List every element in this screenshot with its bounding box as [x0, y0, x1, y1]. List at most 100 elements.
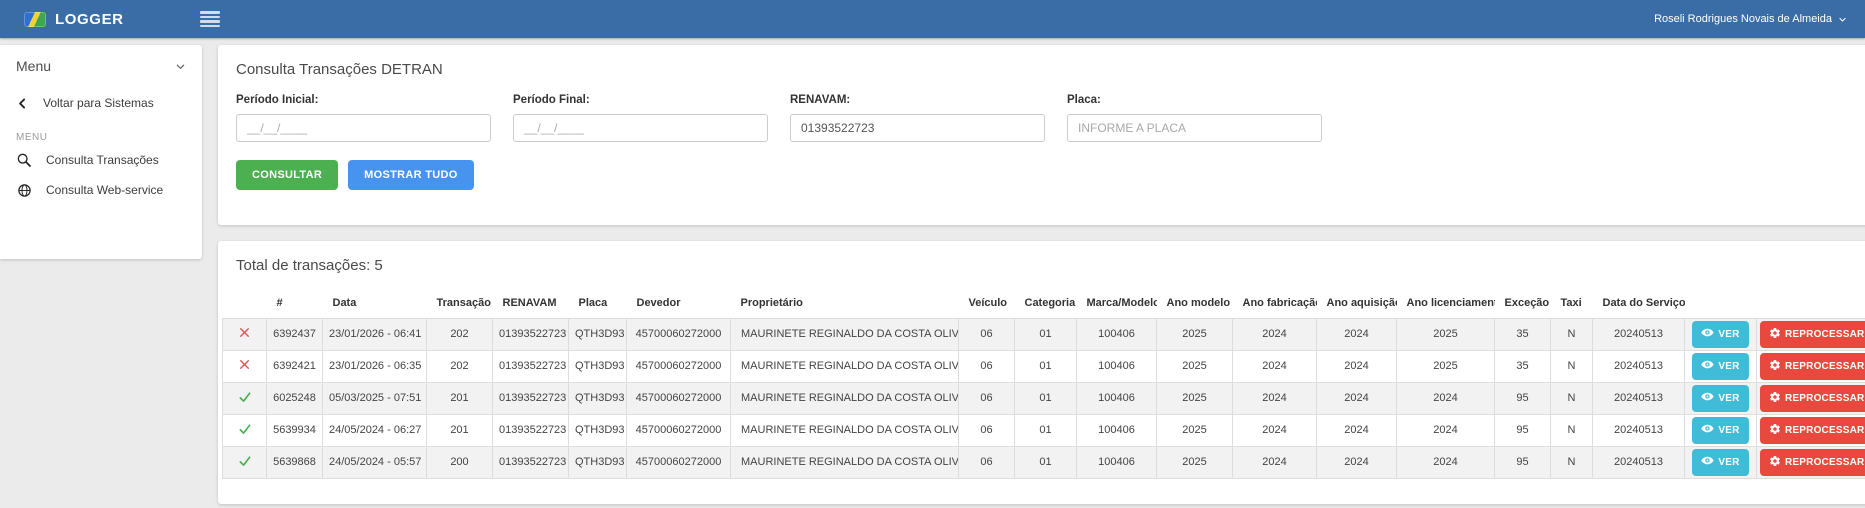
cell-placa: QTH3D93 — [569, 318, 627, 350]
table-row: 563986824/05/2024 - 05:5720001393522723Q… — [223, 446, 1865, 478]
cell-renavam: 01393522723 — [493, 350, 569, 382]
cell-ano-fabricacao: 2024 — [1233, 446, 1317, 478]
ver-button[interactable]: VER — [1692, 385, 1748, 412]
cell-categoria: 01 — [1015, 414, 1077, 446]
reprocessar-cell: REPROCESSAR — [1757, 350, 1865, 382]
sidebar: Menu Voltar para Sistemas MENU Consulta … — [0, 45, 202, 259]
column-header: Ano licenciamento — [1397, 288, 1495, 318]
ver-button[interactable]: VER — [1692, 449, 1748, 476]
ver-button[interactable]: VER — [1692, 321, 1748, 348]
search-icon — [16, 152, 32, 168]
cell-devedor: 45700060272000 — [627, 318, 731, 350]
renavam-field: RENAVAM: — [790, 94, 1045, 142]
cell-categoria: 01 — [1015, 382, 1077, 414]
eye-icon — [1701, 454, 1714, 470]
status-cell — [223, 318, 267, 350]
cell-transacao: 202 — [427, 318, 493, 350]
cell-taxi: N — [1551, 318, 1593, 350]
cell-id: 6392437 — [267, 318, 323, 350]
eye-icon — [1701, 326, 1714, 342]
periodo-inicial-field: Período Inicial: — [236, 94, 491, 142]
ver-button[interactable]: VER — [1692, 353, 1748, 380]
check-icon — [238, 427, 252, 439]
periodo-final-input[interactable] — [513, 114, 768, 142]
cell-proprietario: MAURINETE REGINALDO DA COSTA OLIVEIRA — [731, 382, 959, 414]
transactions-tbody: 639243723/01/2026 - 06:4120201393522723Q… — [223, 318, 1865, 478]
placa-input[interactable] — [1067, 114, 1322, 142]
cell-data-servico: 20240513 — [1593, 446, 1685, 478]
column-header: Exceção — [1495, 288, 1551, 318]
logger-logo-icon — [24, 12, 46, 27]
cell-veiculo: 06 — [959, 414, 1015, 446]
cell-devedor: 45700060272000 — [627, 382, 731, 414]
placa-label: Placa: — [1067, 94, 1322, 106]
user-dropdown[interactable]: Roseli Rodrigues Novais de Almeida — [1654, 13, 1851, 25]
reprocessar-cell: REPROCESSAR — [1757, 318, 1865, 350]
cell-placa: QTH3D93 — [569, 350, 627, 382]
sidebar-menu-header[interactable]: Menu — [0, 45, 202, 84]
periodo-inicial-input[interactable] — [236, 114, 491, 142]
reprocessar-button[interactable]: REPROCESSAR — [1760, 321, 1865, 348]
cell-id: 6025248 — [267, 382, 323, 414]
reprocessar-button[interactable]: REPROCESSAR — [1760, 449, 1865, 476]
cell-data-servico: 20240513 — [1593, 382, 1685, 414]
placa-field: Placa: — [1067, 94, 1322, 142]
sidebar-item-consulta-web-service[interactable]: Consulta Web-service — [0, 175, 202, 205]
cell-categoria: 01 — [1015, 350, 1077, 382]
column-header: Ano modelo — [1157, 288, 1233, 318]
reprocessar-button[interactable]: REPROCESSAR — [1760, 385, 1865, 412]
ver-cell: VER — [1685, 446, 1757, 478]
sidebar-item-consulta-transacoes[interactable]: Consulta Transações — [0, 145, 202, 175]
reprocessar-cell: REPROCESSAR — [1757, 382, 1865, 414]
transactions-table: #DataTransaçãoRENAVAMPlacaDevedorProprie… — [222, 288, 1865, 479]
cell-categoria: 01 — [1015, 318, 1077, 350]
app-brand: LOGGER — [24, 11, 124, 28]
back-to-systems-link[interactable]: Voltar para Sistemas — [0, 84, 202, 122]
menu-section-label: MENU — [16, 132, 202, 143]
cell-ano-modelo: 2025 — [1157, 382, 1233, 414]
sidebar-item-label: Consulta Transações — [46, 153, 159, 167]
ver-cell: VER — [1685, 318, 1757, 350]
eye-icon — [1701, 422, 1714, 438]
results-card: Total de transações: 5 #DataTransaçãoREN… — [218, 241, 1865, 504]
gear-icon — [1769, 391, 1781, 406]
reprocessar-button[interactable]: REPROCESSAR — [1760, 353, 1865, 380]
cell-excecao: 35 — [1495, 318, 1551, 350]
ver-button[interactable]: VER — [1692, 417, 1748, 444]
column-header: Categoria — [1015, 288, 1077, 318]
cell-ano-licenciamento: 2025 — [1397, 318, 1495, 350]
cell-marca-modelo: 100406 — [1077, 414, 1157, 446]
user-name: Roseli Rodrigues Novais de Almeida — [1654, 13, 1832, 25]
chevron-down-icon — [175, 61, 186, 72]
cell-marca-modelo: 100406 — [1077, 446, 1157, 478]
cell-ano-licenciamento: 2024 — [1397, 382, 1495, 414]
mostrar-tudo-button[interactable]: MOSTRAR TUDO — [348, 160, 473, 190]
cell-veiculo: 06 — [959, 382, 1015, 414]
consultar-button[interactable]: CONSULTAR — [236, 160, 338, 190]
column-header — [1685, 288, 1757, 318]
cell-data: 23/01/2026 - 06:41 — [323, 318, 427, 350]
check-icon — [238, 395, 252, 407]
cell-devedor: 45700060272000 — [627, 350, 731, 382]
cell-data-servico: 20240513 — [1593, 414, 1685, 446]
cell-ano-fabricacao: 2024 — [1233, 350, 1317, 382]
cell-marca-modelo: 100406 — [1077, 382, 1157, 414]
cell-placa: QTH3D93 — [569, 446, 627, 478]
reprocessar-button[interactable]: REPROCESSAR — [1760, 417, 1865, 444]
cell-transacao: 200 — [427, 446, 493, 478]
table-row: 639242123/01/2026 - 06:3520201393522723Q… — [223, 350, 1865, 382]
form-buttons: CONSULTAR MOSTRAR TUDO — [236, 160, 1860, 190]
hamburger-menu-icon[interactable] — [196, 7, 224, 31]
cell-ano-modelo: 2025 — [1157, 318, 1233, 350]
periodo-inicial-label: Período Inicial: — [236, 94, 491, 106]
chevron-left-icon — [16, 97, 29, 110]
cell-ano-aquisicao: 2024 — [1317, 318, 1397, 350]
cell-data: 23/01/2026 - 06:35 — [323, 350, 427, 382]
eye-icon — [1701, 390, 1714, 406]
cell-proprietario: MAURINETE REGINALDO DA COSTA OLIVEIRA — [731, 318, 959, 350]
cell-marca-modelo: 100406 — [1077, 350, 1157, 382]
gear-icon — [1769, 359, 1781, 374]
column-header: Veículo — [959, 288, 1015, 318]
renavam-input[interactable] — [790, 114, 1045, 142]
cell-renavam: 01393522723 — [493, 414, 569, 446]
